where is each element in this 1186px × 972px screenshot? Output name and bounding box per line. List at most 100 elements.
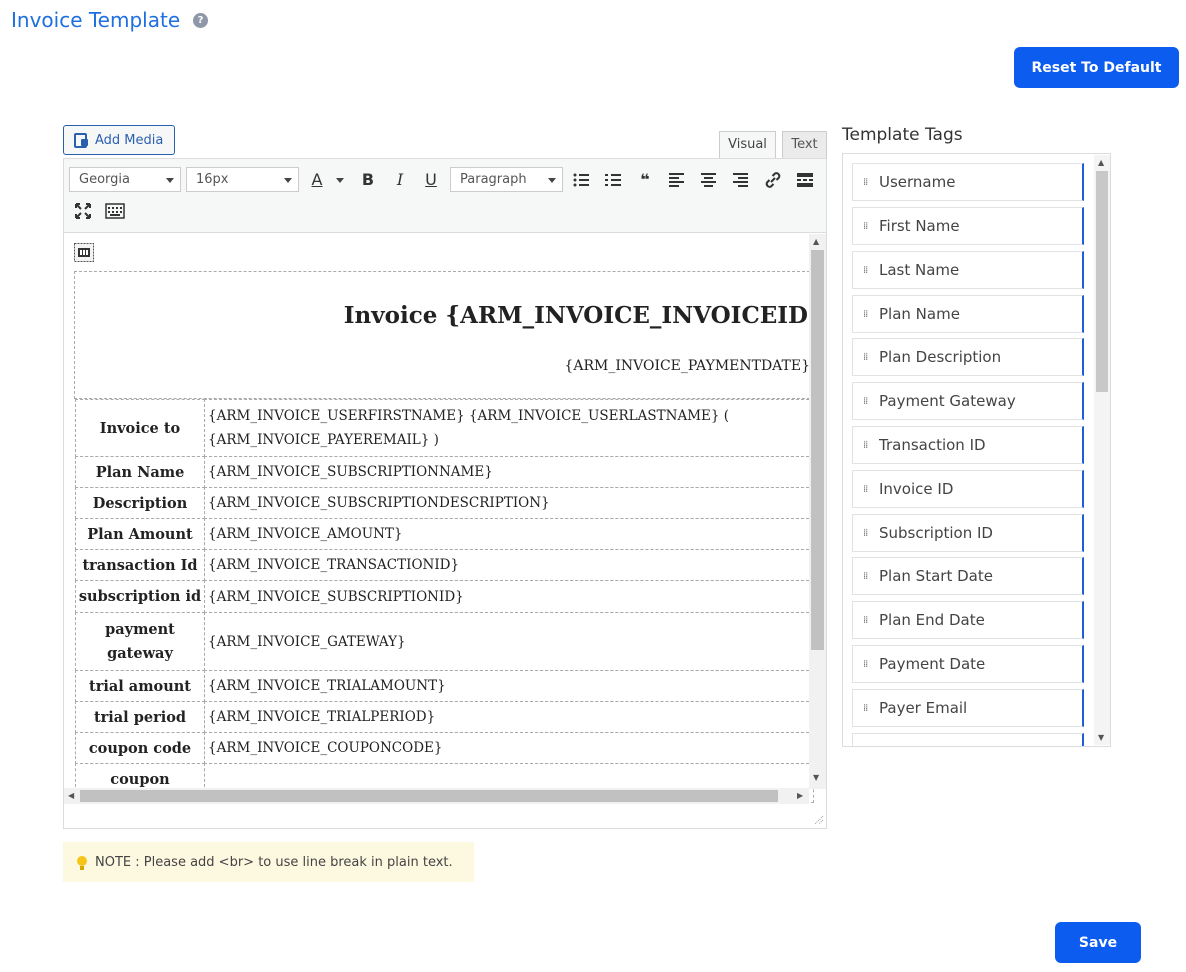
tag-item[interactable]: ⁞⁞ Plan Start Date <box>852 557 1084 595</box>
drag-handle-icon[interactable]: ⁞⁞ <box>863 221 873 232</box>
scroll-up-icon[interactable]: ▲ <box>1098 158 1104 167</box>
scroll-down-icon[interactable]: ▼ <box>813 773 819 782</box>
row-value-line: {ARM_INVOICE_PAYEREMAIL} ) <box>208 432 439 448</box>
tag-item[interactable]: ⁞⁞ Payment Gateway <box>852 382 1084 420</box>
chevron-down-icon <box>284 178 292 183</box>
add-media-label: Add Media <box>95 132 164 148</box>
row-label: subscription id <box>75 580 205 613</box>
help-icon[interactable]: ? <box>193 13 208 28</box>
row-value: {ARM_INVOICE_GATEWAY} <box>204 612 814 671</box>
italic-icon[interactable]: I <box>389 169 411 191</box>
drag-handle-icon[interactable]: ⁞⁞ <box>863 440 873 451</box>
row-value: {ARM_INVOICE_AMOUNT} <box>204 518 814 550</box>
tag-label: First Name <box>879 217 960 235</box>
tag-item[interactable] <box>852 733 1084 746</box>
row-label: trial amount <box>75 670 205 702</box>
tag-label: Last Name <box>879 261 960 279</box>
media-placeholder-icon[interactable] <box>74 243 94 262</box>
row-label: transaction Id <box>75 549 205 581</box>
tag-item[interactable]: ⁞⁞ First Name <box>852 207 1084 245</box>
drag-handle-icon[interactable]: ⁞⁞ <box>863 571 873 582</box>
bullet-list-icon[interactable] <box>572 172 590 188</box>
row-label: Invoice to <box>75 399 205 457</box>
tag-label: Plan Description <box>879 348 1002 366</box>
tag-item[interactable]: ⁞⁞ Payment Date <box>852 645 1084 683</box>
link-icon[interactable] <box>764 171 782 189</box>
keyboard-icon[interactable] <box>105 203 125 219</box>
drag-handle-icon[interactable]: ⁞⁞ <box>863 659 873 670</box>
tag-item[interactable]: ⁞⁞ Plan Name <box>852 295 1084 333</box>
underline-icon[interactable]: U <box>420 169 442 191</box>
fullscreen-icon[interactable] <box>74 202 92 220</box>
scroll-right-icon[interactable]: ▶ <box>797 791 803 800</box>
tab-text[interactable]: Text <box>782 131 827 159</box>
scroll-down-icon[interactable]: ▼ <box>1098 733 1104 742</box>
lightbulb-icon <box>77 855 87 870</box>
note-box: NOTE : Please add <br> to use line break… <box>63 842 474 882</box>
tag-label: Plan Name <box>879 305 960 323</box>
editor-horizontal-scroll-thumb[interactable] <box>80 790 778 802</box>
drag-handle-icon[interactable]: ⁞⁞ <box>863 309 873 320</box>
chevron-down-icon <box>166 178 174 183</box>
read-more-icon[interactable] <box>796 172 814 188</box>
tag-label: Transaction ID <box>879 436 986 454</box>
tag-label: Plan Start Date <box>879 567 993 585</box>
tags-scroll-thumb[interactable] <box>1096 171 1108 392</box>
tag-label: Payment Date <box>879 655 986 673</box>
align-left-icon[interactable] <box>668 172 686 188</box>
resize-handle-icon[interactable] <box>812 813 824 825</box>
drag-handle-icon[interactable]: ⁞⁞ <box>863 484 873 495</box>
note-text: NOTE : Please add <br> to use line break… <box>95 854 453 870</box>
tag-item[interactable]: ⁞⁞ Subscription ID <box>852 514 1084 552</box>
tag-item[interactable]: ⁞⁞ Plan End Date <box>852 601 1084 639</box>
font-family-select[interactable]: Georgia <box>69 167 181 192</box>
row-label: payment gateway <box>75 612 205 671</box>
row-value-line: {ARM_INVOICE_USERFIRSTNAME} {ARM_INVOICE… <box>208 408 730 424</box>
align-center-icon[interactable] <box>700 172 718 188</box>
drag-handle-icon[interactable]: ⁞⁞ <box>863 615 873 626</box>
tab-visual[interactable]: Visual <box>719 131 776 159</box>
tag-item[interactable]: ⁞⁞ Payer Email <box>852 689 1084 727</box>
drag-handle-icon[interactable]: ⁞⁞ <box>863 396 873 407</box>
row-value: {ARM_INVOICE_TRANSACTIONID} <box>204 549 814 581</box>
tag-label: Payment Gateway <box>879 392 1016 410</box>
drag-handle-icon[interactable]: ⁞⁞ <box>863 703 873 714</box>
font-family-value: Georgia <box>79 172 130 187</box>
reset-to-default-button[interactable]: Reset To Default <box>1014 47 1179 88</box>
scroll-left-icon[interactable]: ◀ <box>68 791 74 800</box>
tag-item[interactable]: ⁞⁞ Username <box>852 163 1084 201</box>
bold-icon[interactable]: B <box>357 169 379 191</box>
row-value: {ARM_INVOICE_COUPONCODE} <box>204 732 814 764</box>
add-media-button[interactable]: Add Media <box>63 125 175 155</box>
tag-item[interactable]: ⁞⁞ Transaction ID <box>852 426 1084 464</box>
scroll-up-icon[interactable]: ▲ <box>813 237 819 246</box>
font-size-select[interactable]: 16px <box>186 167 299 192</box>
row-value: {ARM_INVOICE_SUBSCRIPTIONDESCRIPTION} <box>204 487 814 519</box>
row-label: coupon code <box>75 732 205 764</box>
row-value: {ARM_INVOICE_SUBSCRIPTIONID} <box>204 580 814 613</box>
paragraph-value: Paragraph <box>460 172 527 187</box>
drag-handle-icon[interactable]: ⁞⁞ <box>863 528 873 539</box>
numbered-list-icon[interactable] <box>604 172 622 188</box>
row-value: {ARM_INVOICE_SUBSCRIPTIONNAME} <box>204 456 814 488</box>
row-value: {ARM_INVOICE_TRIALPERIOD} <box>204 701 814 733</box>
paragraph-select[interactable]: Paragraph <box>450 167 563 192</box>
tag-item[interactable]: ⁞⁞ Plan Description <box>852 338 1084 376</box>
text-color-icon[interactable]: A <box>306 169 328 191</box>
drag-handle-icon[interactable]: ⁞⁞ <box>863 265 873 276</box>
tag-label: Username <box>879 173 956 191</box>
drag-handle-icon[interactable]: ⁞⁞ <box>863 177 873 188</box>
drag-handle-icon[interactable]: ⁞⁞ <box>863 352 873 363</box>
row-value: {ARM_INVOICE_TRIALAMOUNT} <box>204 670 814 702</box>
chevron-down-icon[interactable] <box>336 178 344 183</box>
editor-vertical-scroll-thumb[interactable] <box>811 250 824 650</box>
blockquote-icon[interactable]: ❝ <box>634 169 656 191</box>
row-label: Description <box>75 487 205 519</box>
tag-label: Invoice ID <box>879 480 954 498</box>
save-button[interactable]: Save <box>1055 922 1141 963</box>
tag-label: Payer Email <box>879 699 968 717</box>
tag-item[interactable]: ⁞⁞ Invoice ID <box>852 470 1084 508</box>
tag-item[interactable]: ⁞⁞ Last Name <box>852 251 1084 289</box>
align-right-icon[interactable] <box>732 172 750 188</box>
row-label: Plan Name <box>75 456 205 488</box>
